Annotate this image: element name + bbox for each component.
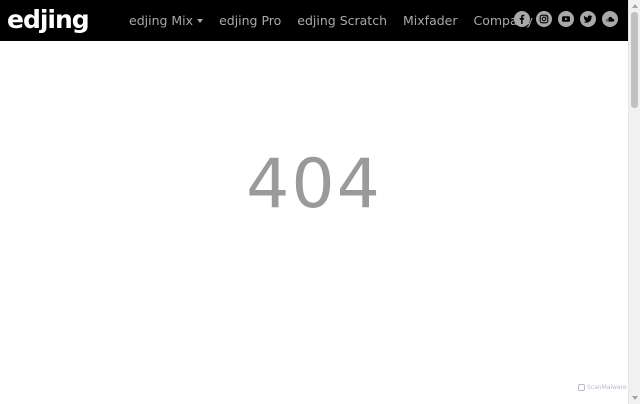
social-links xyxy=(514,11,618,27)
instagram-icon[interactable] xyxy=(536,11,552,27)
error-code-404: 404 xyxy=(246,145,382,224)
facebook-icon[interactable] xyxy=(514,11,530,27)
vertical-scrollbar[interactable] xyxy=(628,0,640,404)
scroll-up-arrow-icon[interactable] xyxy=(632,4,638,8)
scroll-down-arrow-icon[interactable] xyxy=(632,396,638,400)
scanmalware-watermark: ScanMalware xyxy=(578,384,627,391)
caret-down-icon xyxy=(197,18,204,23)
scrollbar-thumb[interactable] xyxy=(631,12,638,108)
nav-item-label: edjing Scratch xyxy=(297,13,388,28)
nav-item-edjing-mix[interactable]: edjing Mix xyxy=(121,13,211,28)
nav-item-label: edjing Mix xyxy=(129,13,194,28)
top-navbar: edjing edjing Mix edjing Pro edjing Scra… xyxy=(0,0,628,41)
watermark-text: ScanMalware xyxy=(587,384,627,391)
nav-item-edjing-scratch[interactable]: edjing Scratch xyxy=(289,13,395,28)
edjing-logo[interactable]: edjing xyxy=(7,2,90,38)
youtube-icon[interactable] xyxy=(558,11,574,27)
nav-item-label: edjing Pro xyxy=(219,13,282,28)
nav-item-edjing-pro[interactable]: edjing Pro xyxy=(211,13,289,28)
twitter-icon[interactable] xyxy=(580,11,596,27)
main-nav: edjing Mix edjing Pro edjing Scratch Mix… xyxy=(121,0,551,41)
soundcloud-icon[interactable] xyxy=(602,11,618,27)
nav-item-mixfader[interactable]: Mixfader xyxy=(395,13,465,28)
nav-item-label: Mixfader xyxy=(403,13,458,28)
scanmalware-logo-icon xyxy=(578,384,585,391)
